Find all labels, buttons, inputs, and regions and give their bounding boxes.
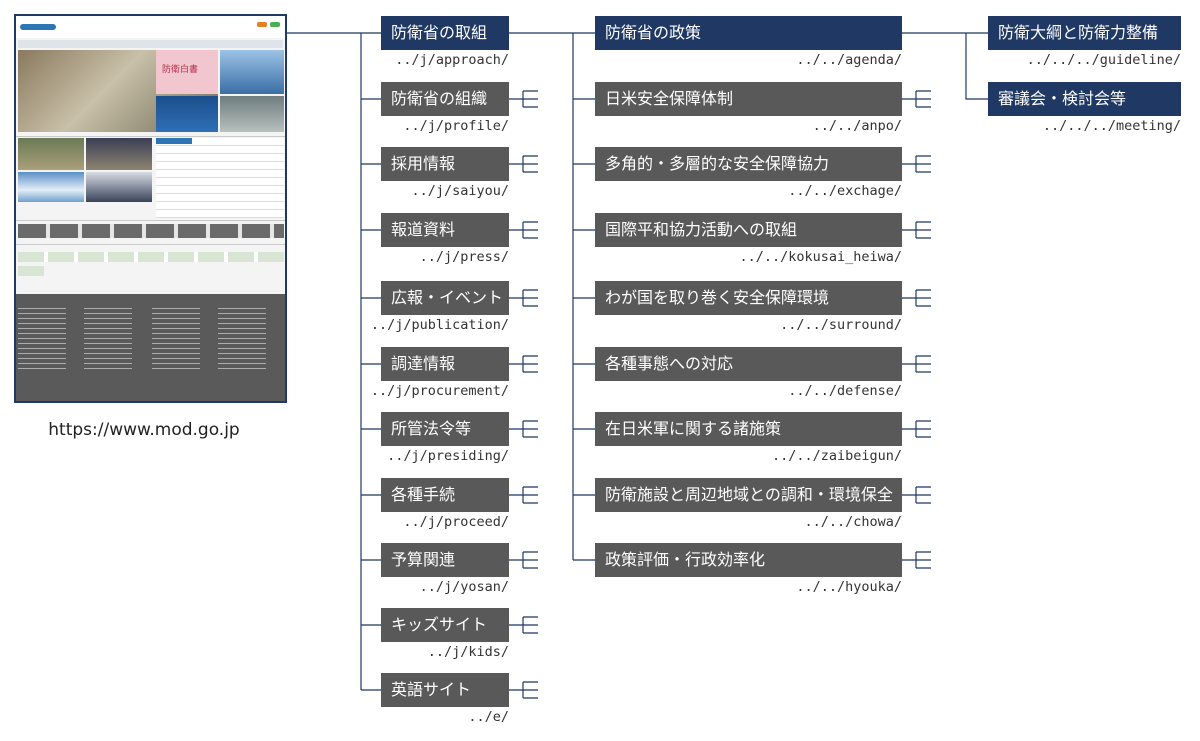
node-path: ../j/approach/ [395, 52, 509, 68]
node-path: ../../anpo/ [812, 118, 902, 134]
node-hyouka[interactable]: 政策評価・行政効率化 [595, 543, 902, 577]
node-path: ../j/presiding/ [387, 448, 509, 464]
node-path: ../../surround/ [780, 317, 902, 333]
node-path: ../../exchage/ [788, 183, 902, 199]
node-approach[interactable]: 防衛省の取組 [381, 16, 509, 50]
node-anpo[interactable]: 日米安全保障体制 [595, 82, 902, 116]
node-yosan[interactable]: 予算関連 [381, 543, 509, 577]
node-chowa[interactable]: 防衛施設と周辺地域との調和・環境保全 [595, 478, 902, 512]
node-path: ../j/yosan/ [419, 579, 509, 595]
node-press[interactable]: 報道資料 [381, 213, 509, 247]
node-zaibeigun[interactable]: 在日米軍に関する諸施策 [595, 412, 902, 446]
node-path: ../../../guideline/ [1026, 52, 1181, 68]
node-path: ../j/press/ [419, 249, 509, 265]
node-kids[interactable]: キッズサイト [381, 608, 509, 642]
node-english[interactable]: 英語サイト [381, 673, 509, 707]
node-defense[interactable]: 各種事態への対応 [595, 347, 902, 381]
node-path: ../e/ [468, 709, 509, 725]
node-saiyou[interactable]: 採用情報 [381, 147, 509, 181]
node-meeting[interactable]: 審議会・検討会等 [988, 82, 1181, 116]
node-proceed[interactable]: 各種手続 [381, 478, 509, 512]
node-agenda[interactable]: 防衛省の政策 [595, 16, 902, 50]
node-path: ../j/publication/ [370, 317, 509, 333]
node-guideline[interactable]: 防衛大綱と防衛力整備 [988, 16, 1181, 50]
node-profile[interactable]: 防衛省の組織 [381, 82, 509, 116]
node-path: ../j/proceed/ [403, 514, 509, 530]
node-path: ../j/profile/ [403, 118, 509, 134]
node-presiding[interactable]: 所管法令等 [381, 412, 509, 446]
node-kokusai-heiwa[interactable]: 国際平和協力活動への取組 [595, 213, 902, 247]
node-path: ../../chowa/ [804, 514, 902, 530]
node-exchage[interactable]: 多角的・多層的な安全保障協力 [595, 147, 902, 181]
node-path: ../../kokusai_heiwa/ [739, 249, 902, 265]
node-path: ../../hyouka/ [796, 579, 902, 595]
node-path: ../j/kids/ [427, 644, 509, 660]
node-path: ../j/saiyou/ [411, 183, 509, 199]
node-path: ../../defense/ [788, 383, 902, 399]
node-procurement[interactable]: 調達情報 [381, 347, 509, 381]
node-publication[interactable]: 広報・イベント [381, 281, 509, 315]
node-surround[interactable]: わが国を取り巻く安全保障環境 [595, 281, 902, 315]
node-path: ../../zaibeigun/ [771, 448, 902, 464]
node-path: ../../../meeting/ [1042, 118, 1181, 134]
node-path: ../../agenda/ [796, 52, 902, 68]
node-path: ../j/procurement/ [370, 383, 509, 399]
